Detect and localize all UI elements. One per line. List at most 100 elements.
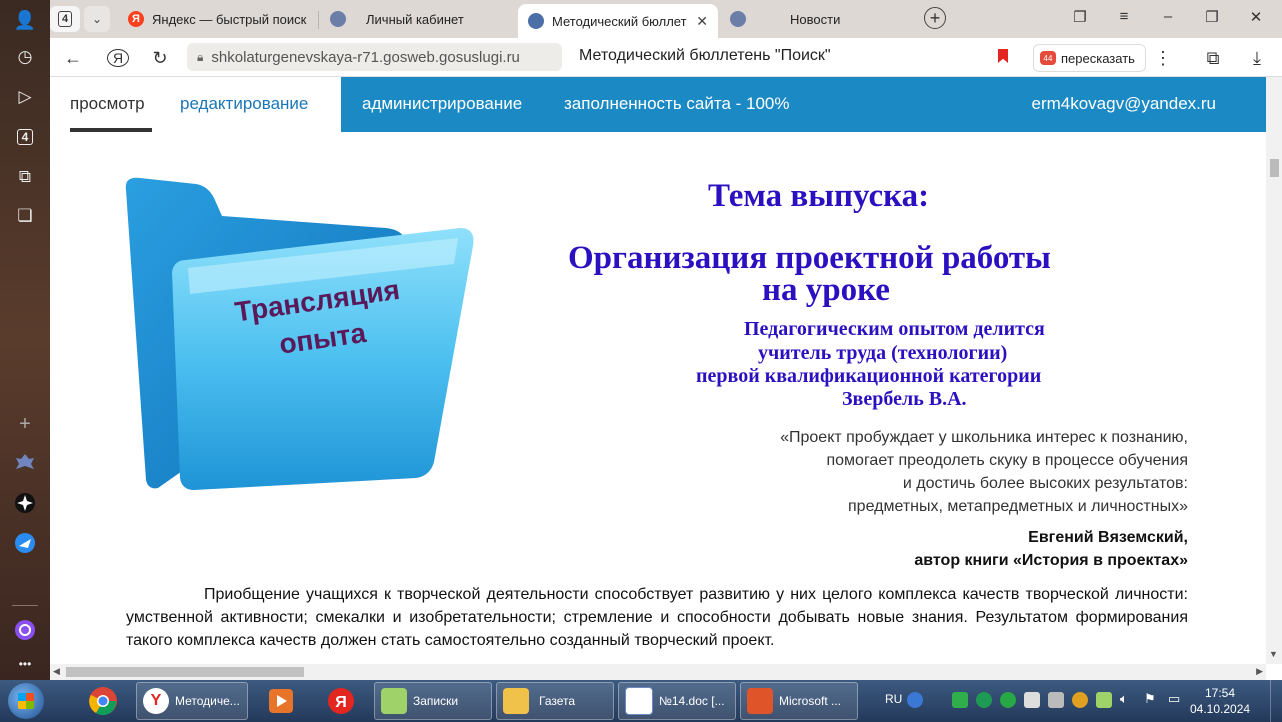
alice-assistant-icon[interactable] — [13, 619, 37, 643]
alice-star-icon[interactable] — [13, 492, 37, 516]
add-panel-plus-icon[interactable]: + — [13, 412, 37, 436]
tab-counter-button[interactable]: 4 — [50, 6, 80, 32]
administration-link[interactable]: администрирование — [362, 94, 522, 114]
more-vertical-icon[interactable]: ⋮ — [1150, 45, 1176, 71]
tab-news[interactable]: Новости — [720, 4, 916, 34]
tab-methodical-bulletin[interactable]: Методический бюллет ✕ — [518, 4, 718, 38]
tabs-collection-icon[interactable]: ❐ — [1068, 8, 1092, 26]
media-player-icon[interactable] — [264, 684, 298, 718]
tab-count: 4 — [57, 11, 73, 27]
vertical-scrollbar[interactable]: ▼ — [1266, 77, 1282, 664]
tray-app-icon[interactable] — [1048, 692, 1064, 708]
horizontal-scroll-thumb[interactable] — [66, 667, 304, 677]
close-tab-icon[interactable]: ✕ — [696, 13, 708, 30]
yandex-icon[interactable]: Я — [324, 684, 358, 718]
taskbar-task-browser[interactable]: Y Методиче... — [136, 682, 248, 720]
tray-app-icon[interactable] — [1024, 692, 1040, 708]
menu-hamburger-icon[interactable]: ≡ — [1112, 8, 1136, 25]
scroll-left-arrow-icon[interactable]: ◀ — [53, 666, 60, 677]
tray-app-icon[interactable] — [1072, 692, 1088, 708]
gosuslugi-emblem-icon — [528, 13, 544, 29]
url-text: shkolaturgenevskaya-r71.gosweb.gosuslugi… — [211, 48, 520, 66]
help-icon[interactable] — [907, 692, 923, 708]
tray-app-icon[interactable] — [1096, 692, 1112, 708]
tab-title: Методический бюллет — [552, 13, 687, 29]
powerpoint-icon — [747, 688, 773, 714]
site-fill-status[interactable]: заполненность сайта - 100% — [564, 94, 789, 114]
bookmark-icon[interactable] — [998, 49, 1008, 63]
folder-icon — [503, 688, 529, 714]
taskbar-clock[interactable]: 17:54 04.10.2024 — [1190, 685, 1250, 717]
new-tab-plus-icon[interactable]: + — [924, 7, 946, 29]
browser-tab-strip: 4 ⌄ Я Яндекс — быстрый поиск Личный каби… — [0, 0, 1282, 38]
epigraph-quote: «Проект пробуждает у школьника интерес к… — [780, 426, 1188, 518]
yandex-favicon-icon: Я — [128, 11, 144, 27]
screenshot-camera-icon[interactable]: ⧉ — [13, 165, 37, 189]
yandex-home-icon[interactable]: Я — [105, 45, 131, 71]
scroll-right-arrow-icon[interactable]: ▶ — [1256, 666, 1263, 677]
play-circle-icon[interactable]: ▷ — [13, 85, 37, 109]
tab-yandex[interactable]: Я Яндекс — быстрый поиск — [118, 4, 314, 34]
taskbar-task-notes[interactable]: Записки — [374, 682, 492, 720]
edit-mode-tab[interactable]: редактирование — [180, 94, 308, 114]
show-desktop-button[interactable] — [1270, 680, 1282, 722]
vertical-scroll-thumb[interactable] — [1270, 159, 1279, 177]
profile-icon[interactable]: 👤 — [13, 8, 37, 32]
reload-icon[interactable]: ↻ — [147, 45, 173, 71]
windows-taskbar: Y Методиче... Я Записки Газета №14.doc [… — [0, 680, 1282, 722]
language-indicator[interactable]: RU — [885, 692, 902, 706]
more-dots-icon[interactable]: ••• — [13, 652, 37, 676]
page-title: Методический бюллетень "Поиск" — [579, 47, 831, 64]
tray-app-icon[interactable] — [952, 692, 968, 708]
view-mode-tab[interactable]: просмотр — [70, 94, 145, 114]
history-clock-icon[interactable]: ◷ — [13, 45, 37, 69]
gosuslugi-emblem-icon — [330, 11, 346, 27]
tray-app-icon[interactable] — [976, 692, 992, 708]
quote-line: помогает преодолеть скуку в процессе обу… — [826, 452, 1188, 469]
quote-line: предметных, метапредметных и личностных» — [848, 498, 1188, 515]
back-arrow-icon[interactable]: ← — [60, 45, 86, 71]
volume-icon[interactable]: 🔈︎ — [1120, 691, 1128, 707]
retell-label: пересказать — [1061, 50, 1135, 66]
tab-personal-cabinet[interactable]: Личный кабинет — [320, 4, 516, 34]
messenger-icon[interactable] — [13, 532, 37, 556]
tab-list-chevron-icon[interactable]: ⌄ — [84, 6, 110, 32]
user-email-link[interactable]: erm4kovagv@yandex.ru — [1031, 94, 1216, 114]
scroll-down-arrow-icon[interactable]: ▼ — [1269, 649, 1278, 659]
download-icon[interactable]: ⤓ — [1244, 45, 1270, 71]
network-icon[interactable]: ▭ — [1168, 691, 1180, 707]
close-window-icon[interactable]: ✕ — [1244, 8, 1268, 26]
minimize-window-icon[interactable]: – — [1156, 8, 1180, 25]
taskbar-task-newspaper-folder[interactable]: Газета — [496, 682, 614, 720]
author-intro-line: Педагогическим опытом делится — [744, 318, 1045, 340]
action-center-flag-icon[interactable]: ⚑ — [1144, 691, 1156, 707]
author-name: Евгений Вяземский, — [1028, 529, 1188, 546]
extensions-icon[interactable]: ⧉ — [1200, 45, 1226, 71]
url-field[interactable]: 🔒︎ shkolaturgenevskaya-r71.gosweb.gosusl… — [187, 43, 562, 71]
quote-line: «Проект пробуждает у школьника интерес к… — [780, 429, 1188, 446]
task-label: №14.doc [... — [659, 694, 725, 708]
windows-logo-icon — [18, 693, 34, 709]
gosuslugi-eagle-icon[interactable] — [13, 452, 37, 476]
issue-topic-line: на уроке — [762, 272, 890, 308]
author-intro-line: Звербель В.А. — [842, 388, 967, 410]
author-intro-line: учитель труда (технологии) — [758, 342, 1008, 364]
issue-theme-heading: Тема выпуска: — [708, 178, 930, 214]
chrome-icon[interactable] — [86, 684, 120, 718]
yandex-browser-icon: Y — [143, 688, 169, 714]
intro-paragraph: Приобщение учащихся к творческой деятель… — [126, 586, 1188, 649]
clock-date: 04.10.2024 — [1190, 702, 1251, 716]
restore-window-icon[interactable]: ❐ — [1200, 8, 1224, 26]
retell-button[interactable]: 44 пересказать — [1033, 44, 1146, 72]
start-button[interactable] — [8, 683, 44, 719]
tray-app-icon[interactable] — [1000, 692, 1016, 708]
taskbar-task-word-doc[interactable]: №14.doc [... — [618, 682, 736, 720]
clock-time: 17:54 — [1204, 686, 1236, 700]
epigraph-author: Евгений Вяземский, автор книги «История … — [914, 526, 1188, 572]
horizontal-scrollbar[interactable]: ◀ ▶ — [50, 664, 1266, 680]
tabs-counter-icon[interactable]: 4 — [13, 125, 37, 149]
task-label: Газета — [539, 694, 576, 708]
lock-icon: 🔒︎ — [197, 49, 204, 64]
collections-icon[interactable]: ❏ — [13, 204, 37, 228]
taskbar-task-microsoft[interactable]: Microsoft ... — [740, 682, 858, 720]
